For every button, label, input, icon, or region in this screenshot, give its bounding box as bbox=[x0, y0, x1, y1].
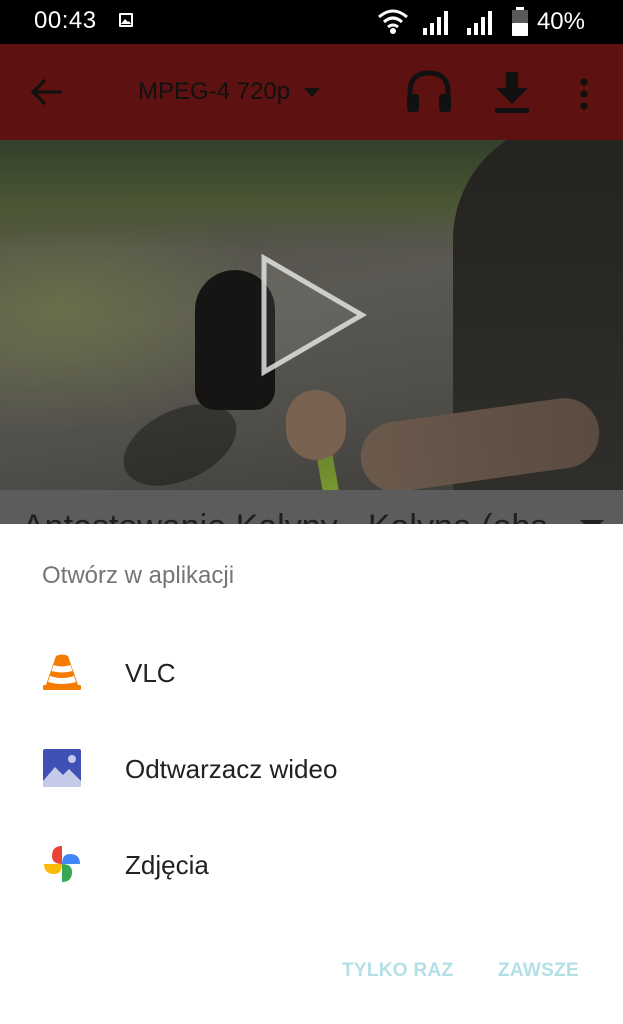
battery-percent: 40% bbox=[536, 8, 585, 35]
battery-icon bbox=[511, 7, 528, 36]
wifi-icon bbox=[377, 9, 408, 34]
signal-icon bbox=[466, 11, 492, 35]
format-label: MPEG-4 720p bbox=[138, 78, 291, 105]
dropdown-caret-icon bbox=[304, 87, 321, 97]
open-with-sheet: Otwórz w aplikacji VLC Odtwarzacz wideo bbox=[0, 524, 623, 1024]
screen: 00:43 40% MPEG-4 720p Antestowanie Kalyn… bbox=[0, 0, 623, 1024]
status-icons: 40% bbox=[377, 4, 585, 40]
status-bar: 00:43 40% bbox=[0, 0, 623, 44]
app-label-vlc: VLC bbox=[125, 658, 176, 688]
back-arrow-icon[interactable] bbox=[28, 74, 64, 110]
app-item-video-player[interactable]: Odtwarzacz wideo bbox=[0, 724, 623, 814]
app-label-video-player: Odtwarzacz wideo bbox=[125, 754, 338, 784]
always-button[interactable]: ZAWSZE bbox=[498, 960, 579, 982]
app-item-photos[interactable]: Zdjęcia bbox=[0, 820, 623, 910]
play-icon[interactable] bbox=[254, 250, 370, 380]
image-landscape-icon bbox=[43, 749, 81, 787]
toolbar: MPEG-4 720p bbox=[0, 44, 623, 140]
image-icon bbox=[119, 13, 133, 27]
status-time: 00:43 bbox=[34, 7, 97, 34]
signal-icon bbox=[422, 11, 448, 35]
more-vert-icon[interactable] bbox=[574, 76, 594, 112]
sheet-title: Otwórz w aplikacji bbox=[42, 562, 235, 589]
google-photos-pinwheel-icon bbox=[44, 846, 80, 882]
headphones-icon[interactable] bbox=[404, 68, 454, 114]
video-scene-hand bbox=[286, 390, 346, 460]
just-once-button[interactable]: TYLKO RAZ bbox=[342, 960, 453, 982]
app-label-photos: Zdjęcia bbox=[125, 850, 209, 880]
video-preview[interactable] bbox=[0, 140, 623, 490]
app-item-vlc[interactable]: VLC bbox=[0, 628, 623, 718]
vlc-cone-icon bbox=[43, 654, 81, 690]
download-icon[interactable] bbox=[492, 70, 532, 114]
format-selector[interactable]: MPEG-4 720p bbox=[138, 78, 321, 106]
